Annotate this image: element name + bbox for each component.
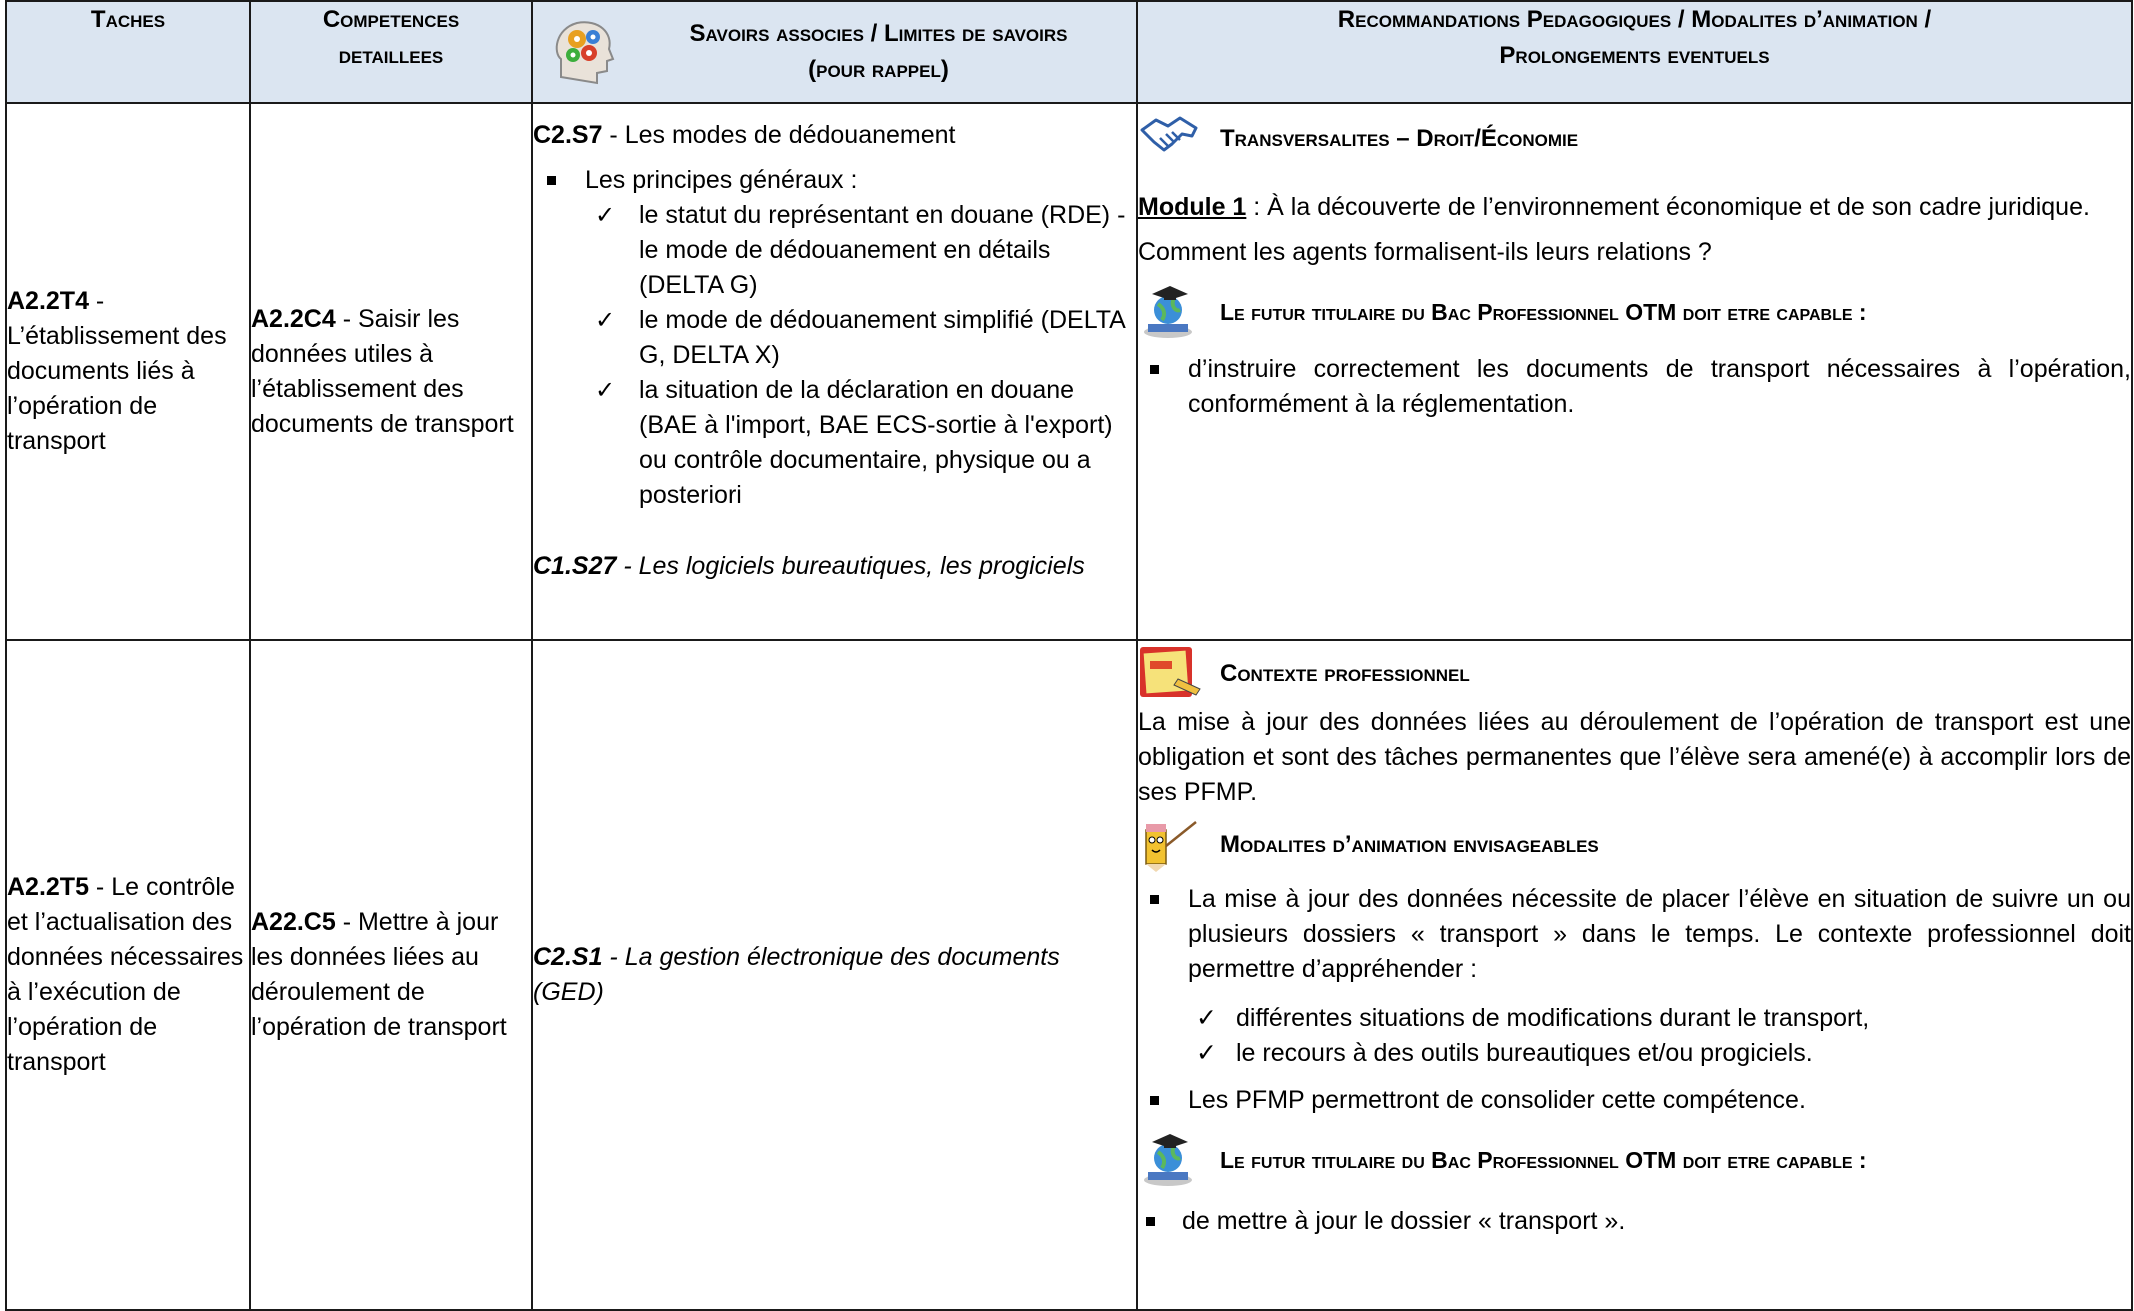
table-row: A2.2T5 - Le contrôle et l’actualisation … (5, 639, 2133, 1311)
graduate-globe-icon (1144, 286, 1192, 338)
header-row: Taches Competences detaillees Savoirs as… (5, 0, 2133, 104)
competence-cell: A2.2C4 - Saisir les données utiles à l’é… (249, 102, 533, 641)
tache-cell: A2.2T4 - L’établissement des documents l… (5, 102, 251, 641)
savoir-extra: C1.S27 - Les logiciels bureautiques, les… (533, 552, 1085, 580)
check-item: ✓ différentes situations de modifications… (1138, 1001, 2131, 1036)
tache-cell: A2.2T5 - Le contrôle et l’actualisation … (5, 639, 251, 1311)
savoirs-cell: C2.S1 - La gestion électronique des docu… (531, 639, 1138, 1311)
question-text: Comment les agents formalisent-ils leurs… (1138, 238, 1712, 266)
check-item: ✓ le mode de dédouanement simplifié (DELT… (533, 303, 1136, 373)
header-savoirs: Savoirs associes / Limites de savoirs (p… (531, 0, 1138, 104)
check-icon: ✓ (595, 202, 616, 229)
pencil-teacher-icon (1145, 821, 1197, 872)
list-item: La mise à jour des données nécessite de … (1138, 882, 2131, 987)
list-item: de mettre à jour le dossier « transport … (1138, 1204, 2131, 1239)
recommandations-cell: Transversalites – Droit/Économie Module … (1136, 102, 2133, 641)
savoir-title: C2.S7 - Les modes de dédouanement (533, 121, 956, 149)
section-heading: Contexte professionnel (1138, 645, 2131, 701)
check-icon: ✓ (1196, 1039, 1217, 1067)
header-taches: Taches (5, 0, 251, 104)
module-text: Module 1 : À la découverte de l’environn… (1138, 193, 2090, 221)
list-item: Les principes généraux : (533, 163, 1136, 198)
section-heading: Transversalites – Droit/Économie (1138, 110, 2131, 166)
header-competences: Competences detaillees (249, 0, 533, 104)
check-icon: ✓ (595, 377, 616, 404)
check-item: ✓ la situation de la déclaration en douan… (533, 373, 1136, 513)
recommandations-cell: Contexte professionnel La mise à jour de… (1136, 639, 2133, 1311)
context-text: La mise à jour des données liées au déro… (1138, 708, 2131, 806)
list-item: Les PFMP permettront de consolider cette… (1138, 1083, 2131, 1118)
list-item: d’instruire correctement les documents d… (1138, 352, 2131, 422)
check-item: ✓ le statut du représentant en douane (RD… (533, 198, 1136, 303)
table-row: A2.2T4 - L’établissement des documents l… (5, 102, 2133, 641)
curriculum-table: Taches Competences detaillees Savoirs as… (5, 0, 2133, 1311)
savoirs-cell: C2.S7 - Les modes de dédouanement Les pr… (531, 102, 1138, 641)
section-heading: Le futur titulaire du Bac Professionnel … (1138, 284, 2131, 340)
section-heading: Le futur titulaire du Bac Professionnel … (1138, 1132, 2131, 1188)
competence-cell: A22.C5 - Mettre à jour les données liées… (249, 639, 533, 1311)
check-icon: ✓ (595, 307, 616, 334)
check-item: ✓ le recours à des outils bureautiques et… (1138, 1036, 2131, 1071)
header-recommandations: Recommandations Pedagogiques / Modalites… (1136, 0, 2133, 104)
brain-gears-icon (555, 21, 615, 85)
graduate-globe-icon (1144, 1134, 1192, 1186)
note-pad-icon (1140, 647, 1201, 697)
handshake-icon (1140, 116, 1198, 152)
section-heading: Modalites d’animation envisageables (1138, 816, 2131, 872)
check-icon: ✓ (1196, 1004, 1217, 1032)
